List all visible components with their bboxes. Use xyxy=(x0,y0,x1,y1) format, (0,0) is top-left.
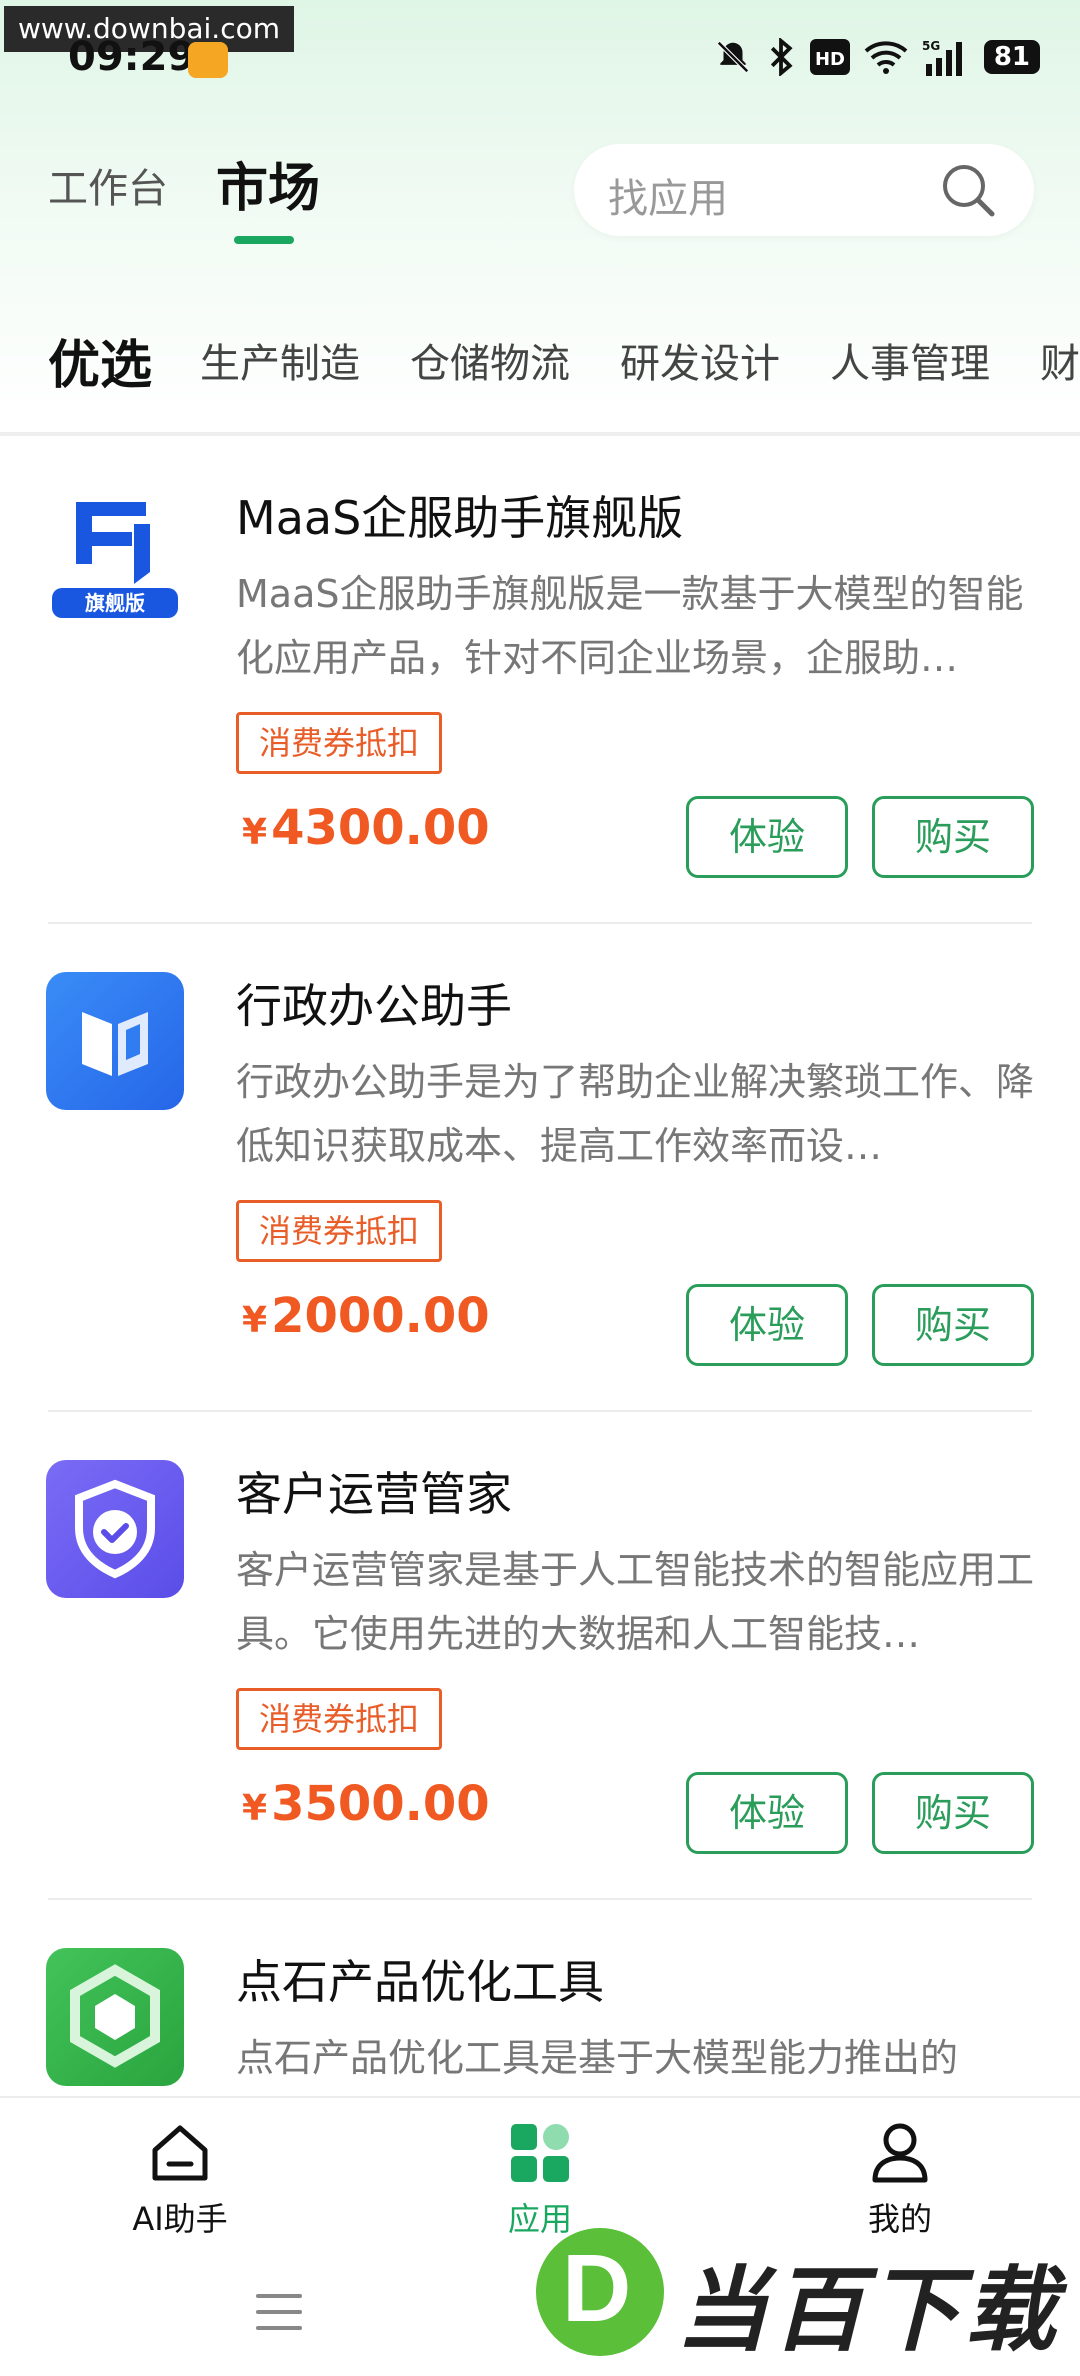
product-card[interactable]: 旗舰版 MaaS企服助手旗舰版 MaaS企服助手旗舰版是一款基于大模型的智能化应… xyxy=(0,436,1080,924)
coupon-badge: 消费券抵扣 xyxy=(236,1688,443,1750)
product-price: ¥4300.00 xyxy=(242,800,490,856)
product-description: 客户运营管家是基于人工智能技术的智能应用工具。它使用先进的大数据和人工智能技… xyxy=(236,1548,1035,1656)
coupon-badge: 消费券抵扣 xyxy=(236,712,443,774)
signal-5g-icon: 5G xyxy=(922,38,970,76)
nav-label: AI助手 xyxy=(132,2200,228,2238)
category-rnd[interactable]: 研发设计 xyxy=(620,331,780,389)
product-description: 行政办公助手是为了帮助企业解决繁琐工作、降低知识获取成本、提高工作效率而设… xyxy=(236,1060,1035,1168)
svg-text:HD: HD xyxy=(815,49,845,70)
product-description: 点石产品优化工具是基于大模型能力推出的 xyxy=(236,2036,959,2080)
product-price: ¥3500.00 xyxy=(242,1776,490,1832)
nav-ai-assistant[interactable]: AI助手 xyxy=(80,2118,280,2240)
product-description: MaaS企服助手旗舰版是一款基于大模型的智能化应用产品，针对不同企业场景，企服助… xyxy=(236,572,1024,680)
book-icon xyxy=(46,972,184,1110)
maas-icon: 旗舰版 xyxy=(46,484,184,622)
buy-button[interactable]: 购买 xyxy=(872,1772,1034,1854)
svg-text:5G: 5G xyxy=(922,39,940,53)
product-price: ¥2000.00 xyxy=(242,1288,490,1344)
buy-button[interactable]: 购买 xyxy=(872,796,1034,878)
mute-bell-icon xyxy=(714,38,752,76)
buy-button[interactable]: 购买 xyxy=(872,1284,1034,1366)
person-icon xyxy=(872,2123,928,2183)
watermark-logo: D 当百下载 xyxy=(536,2214,1066,2364)
status-time: 09:29 xyxy=(68,34,196,80)
category-finance[interactable]: 财务 xyxy=(1040,331,1080,389)
home-icon xyxy=(152,2125,208,2181)
product-title: 点石产品优化工具 xyxy=(236,1955,604,2009)
product-list: 旗舰版 MaaS企服助手旗舰版 MaaS企服助手旗舰版是一款基于大模型的智能化应… xyxy=(0,436,1080,2096)
bluetooth-icon xyxy=(766,38,796,76)
product-card[interactable]: 客户运营管家 客户运营管家是基于人工智能技术的智能应用工具。它使用先进的大数据和… xyxy=(0,1412,1080,1900)
coupon-badge: 消费券抵扣 xyxy=(236,1200,443,1262)
tab-workbench[interactable]: 工作台 xyxy=(48,156,168,214)
hexagon-icon xyxy=(46,1948,184,2086)
category-featured[interactable]: 优选 xyxy=(48,323,152,398)
product-card[interactable]: 点石产品优化工具 点石产品优化工具是基于大模型能力推出的 xyxy=(0,1900,1080,2096)
notification-app-icon xyxy=(188,42,228,78)
product-title: 客户运营管家 xyxy=(236,1467,512,1521)
menu-icon[interactable] xyxy=(256,2294,302,2334)
search-bar[interactable]: 找应用 xyxy=(574,144,1034,236)
wifi-icon xyxy=(864,38,908,76)
search-input[interactable]: 找应用 xyxy=(608,166,728,224)
category-logistics[interactable]: 仓储物流 xyxy=(410,331,570,389)
tab-market[interactable]: 市场 xyxy=(216,146,320,221)
watermark-letter: D xyxy=(562,2235,632,2342)
product-card[interactable]: 行政办公助手 行政办公助手是为了帮助企业解决繁琐工作、降低知识获取成本、提高工作… xyxy=(0,924,1080,1412)
try-button[interactable]: 体验 xyxy=(686,1772,848,1854)
battery-indicator: 81 xyxy=(983,40,1040,74)
status-icons: HD 5G 81 xyxy=(714,38,1040,76)
tab-active-indicator xyxy=(234,236,294,244)
svg-text:旗舰版: 旗舰版 xyxy=(85,591,145,615)
apps-grid-icon xyxy=(511,2124,569,2182)
try-button[interactable]: 体验 xyxy=(686,1284,848,1366)
product-title: 行政办公助手 xyxy=(236,979,512,1033)
watermark-brand: 当百下载 xyxy=(676,2257,1061,2364)
try-button[interactable]: 体验 xyxy=(686,796,848,878)
category-hr[interactable]: 人事管理 xyxy=(830,331,990,389)
category-tabs: 优选 生产制造 仓储物流 研发设计 人事管理 财务 xyxy=(0,300,1080,420)
product-title: MaaS企服助手旗舰版 xyxy=(236,491,684,545)
shield-check-icon xyxy=(46,1460,184,1598)
hd-icon: HD xyxy=(809,38,850,76)
search-icon[interactable] xyxy=(938,160,998,220)
category-manufacturing[interactable]: 生产制造 xyxy=(200,331,360,389)
